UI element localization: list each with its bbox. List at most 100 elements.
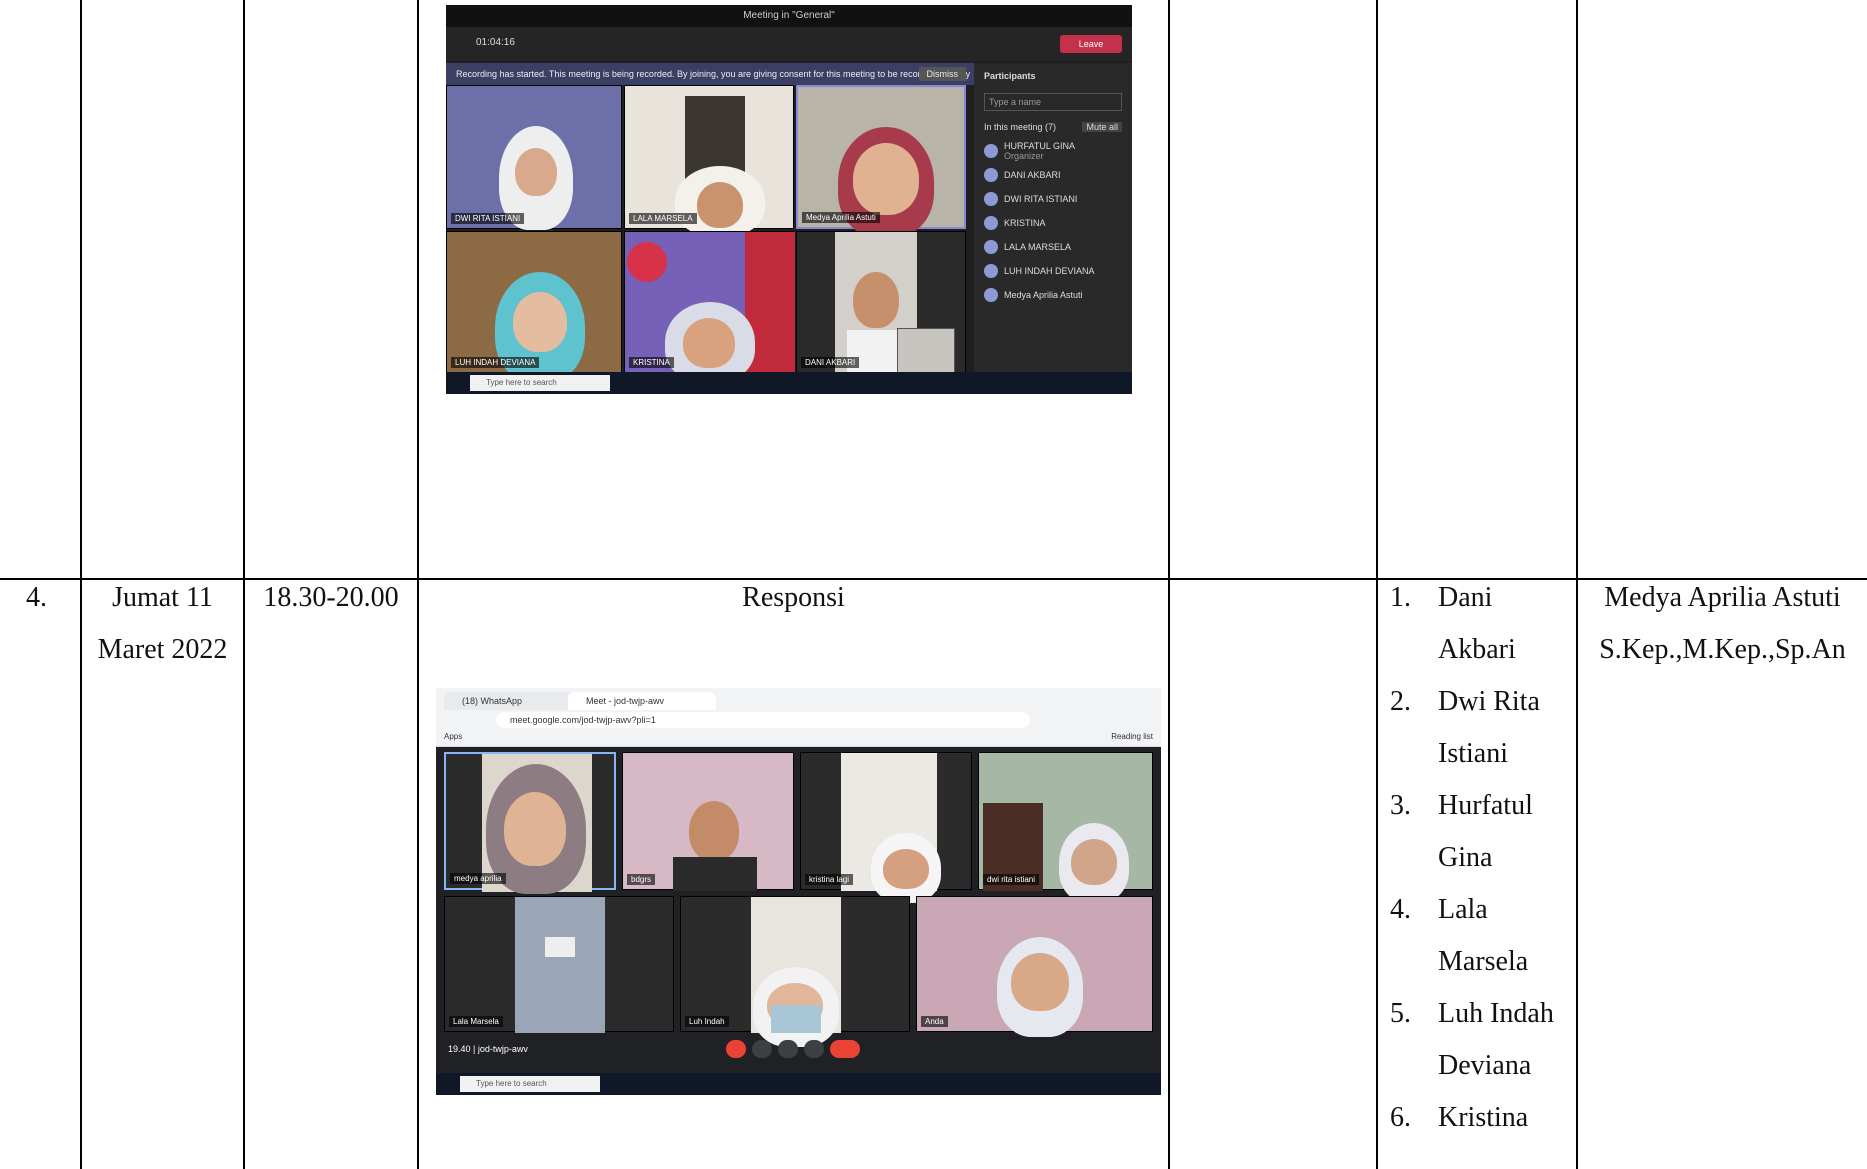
reading-list[interactable]: Reading list (1111, 732, 1153, 741)
participant-row[interactable]: Medya Aprilia Astuti (974, 283, 1132, 307)
video-tile: dwi rita istiani (978, 752, 1153, 903)
participant-name: Lala (1438, 894, 1488, 925)
avatar (984, 168, 998, 182)
list-item: 2. Dwi Rita (1390, 676, 1574, 728)
video-tile: bdgrs (622, 752, 794, 891)
list-number: 6. (1390, 1102, 1411, 1133)
tile-name: Luh Indah (685, 1016, 729, 1027)
participant-name: DANI AKBARI (1004, 170, 1061, 180)
bookmark-apps[interactable]: Apps (444, 732, 462, 741)
tile-name: Medya Aprilia Astuti (802, 212, 880, 223)
list-item: Istiani (1390, 728, 1574, 780)
participant-search-input[interactable]: Type a name (984, 93, 1122, 111)
list-item: 5. Luh Indah (1390, 988, 1574, 1040)
participant-name: KRISTINA (1004, 218, 1046, 228)
list-number: 3. (1390, 790, 1411, 821)
participant-row[interactable]: HURFATUL GINA Organizer (974, 139, 1132, 163)
meet-control-bar: 19.40 | jod-twjp-awv (436, 1034, 1161, 1064)
end-call-button[interactable] (830, 1040, 860, 1058)
tile-name: medya aprilia (450, 873, 506, 884)
tile-name: LALA MARSELA (629, 213, 697, 224)
avatar (984, 144, 998, 158)
supervisor-name: Medya Aprilia Astuti (1604, 582, 1841, 613)
participant-name-cont: Istiani (1438, 738, 1508, 769)
recording-banner: Recording has started. This meeting is b… (446, 63, 976, 101)
participant-row[interactable]: KRISTINA (974, 211, 1132, 235)
participant-name-cont: Deviana (1438, 1050, 1532, 1081)
activity-title: Responsi (742, 582, 845, 613)
avatar (984, 216, 998, 230)
participant-row[interactable]: DWI RITA ISTIANI (974, 187, 1132, 211)
participant-name-cont: Gina (1438, 842, 1493, 873)
session-date: Maret 2022 (97, 634, 228, 665)
address-bar[interactable]: meet.google.com/jod-twjp-awv?pli=1 (496, 712, 1030, 728)
participant-row[interactable]: LALA MARSELA (974, 235, 1132, 259)
present-button[interactable] (778, 1040, 798, 1058)
participant-name: LALA MARSELA (1004, 242, 1072, 252)
list-item: 1. Dani (1390, 572, 1574, 624)
list-number: 1. (1390, 582, 1411, 613)
table-border (1168, 0, 1170, 1169)
video-tile: medya aprilia (444, 752, 616, 894)
teams-meeting-screenshot: Meeting in "General" 01:04:16 Leave Reco… (446, 5, 1132, 394)
list-item: Akbari (1390, 624, 1574, 676)
tile-name: Anda (921, 1016, 948, 1027)
video-tile: LUH INDAH DEVIANA (446, 231, 622, 382)
meeting-timer: 01:04:16 (476, 37, 515, 48)
in-meeting-header: In this meeting (7) Mute all (974, 115, 1132, 139)
mute-all-button[interactable]: Mute all (1082, 122, 1122, 132)
window-title: Meeting in "General" (446, 5, 1132, 27)
participant-name: Kristina (1438, 1102, 1529, 1133)
participant-row[interactable]: LUH INDAH DEVIANA (974, 259, 1132, 283)
video-tile: KRISTINA (624, 231, 795, 382)
video-tile: DANI AKBARI (796, 231, 966, 374)
tile-name: DWI RITA ISTIANI (451, 213, 525, 224)
more-options-button[interactable] (804, 1040, 824, 1058)
tile-name: bdgrs (627, 874, 656, 885)
dismiss-button[interactable]: Dismiss (918, 67, 966, 81)
taskbar-search[interactable]: Type here to search (470, 375, 610, 391)
avatar (984, 192, 998, 206)
browser-tab-active[interactable]: Meet - jod-twjp-awv (568, 692, 716, 710)
windows-taskbar: Type here to search (436, 1073, 1161, 1095)
avatar (984, 288, 998, 302)
video-tile: DWI RITA ISTIANI (446, 85, 622, 230)
participants-panel: Participants Type a name In this meeting… (974, 63, 1132, 372)
windows-taskbar: Type here to search (446, 372, 1132, 394)
list-number: 5. (1390, 998, 1411, 1029)
participant-name: LUH INDAH DEVIANA (1004, 266, 1095, 276)
participant-list: 1. Dani Akbari 2. Dwi Rita Istiani 3. Hurfa… (1390, 572, 1574, 1144)
participant-name: Luh Indah (1438, 998, 1554, 1029)
list-item: 3. Hurfatul (1390, 780, 1574, 832)
leave-button[interactable]: Leave (1060, 35, 1122, 53)
camera-button[interactable] (752, 1040, 772, 1058)
tile-name: Lala Marsela (449, 1016, 503, 1027)
video-tile: Anda (916, 896, 1153, 1037)
participant-name-cont: Marsela (1438, 946, 1529, 977)
table-border (1376, 0, 1378, 1169)
google-meet-screenshot: (18) WhatsApp Meet - jod-twjp-awv meet.g… (436, 688, 1161, 1095)
video-tile: Lala Marsela (444, 896, 674, 1033)
in-meeting-label: In this meeting (7) (984, 122, 1057, 132)
participant-row[interactable]: DANI AKBARI (974, 163, 1132, 187)
participant-name: Medya Aprilia Astuti (1004, 290, 1083, 300)
meeting-code: 19.40 | jod-twjp-awv (448, 1044, 528, 1054)
list-item: 6. Kristina (1390, 1092, 1574, 1144)
taskbar-search[interactable]: Type here to search (460, 1076, 600, 1092)
session-time: 18.30-20.00 (263, 582, 399, 613)
participant-name: Dani (1438, 582, 1493, 613)
list-number: 2. (1390, 686, 1411, 717)
tile-name: kristina lagi (805, 874, 854, 885)
participant-name-cont: Akbari (1438, 634, 1516, 665)
browser-tab[interactable]: (18) WhatsApp (444, 692, 582, 710)
participant-name: Dwi Rita (1438, 686, 1540, 717)
tile-name: dwi rita istiani (983, 874, 1040, 885)
session-day: Jumat 11 (112, 582, 213, 613)
list-item: Deviana (1390, 1040, 1574, 1092)
tile-name: LUH INDAH DEVIANA (451, 357, 540, 368)
supervisor-title: S.Kep.,M.Kep.,Sp.An (1599, 634, 1846, 665)
panel-title: Participants (984, 71, 1036, 81)
video-tile: LALA MARSELA (624, 85, 794, 236)
tile-name: KRISTINA (629, 357, 674, 368)
microphone-button[interactable] (726, 1040, 746, 1058)
